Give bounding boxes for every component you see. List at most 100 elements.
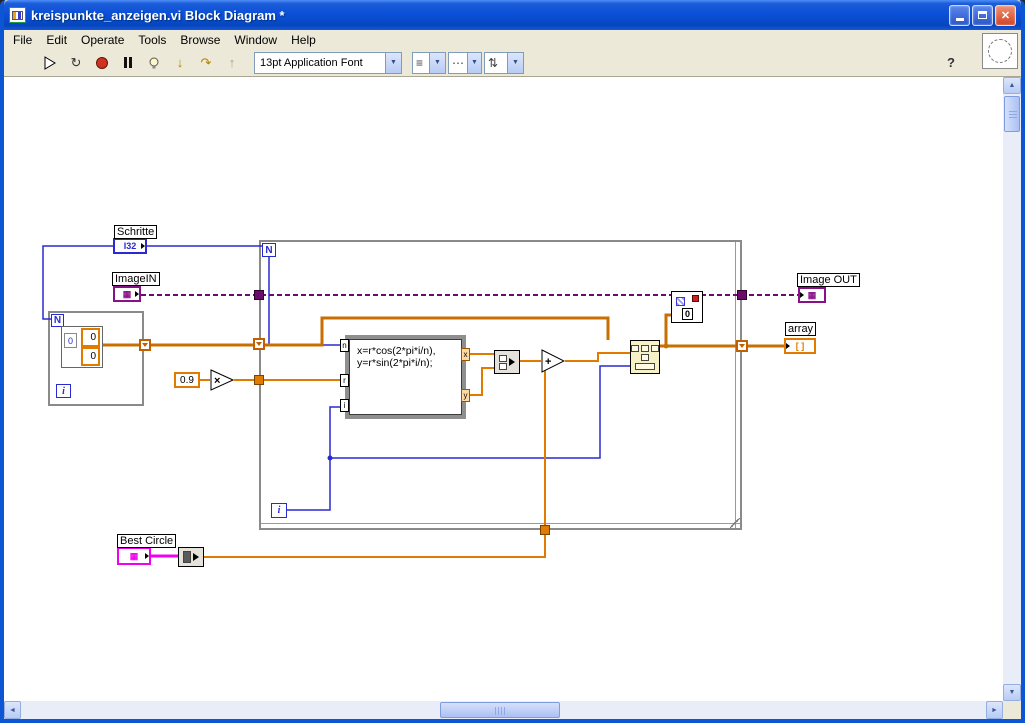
menu-file[interactable]: File (6, 31, 39, 49)
menu-bar: File Edit Operate Tools Browse Window He… (4, 30, 1021, 49)
distribute-objects-combo[interactable]: ⋯ ▼ (448, 51, 482, 74)
title-bar[interactable]: kreispunkte_anzeigen.vi Block Diagram * … (4, 0, 1021, 30)
bundle-node[interactable] (494, 350, 520, 374)
chevron-down-icon[interactable]: ▼ (385, 52, 401, 73)
grid-cell (499, 354, 507, 362)
bottom-in-tunnel[interactable] (540, 525, 550, 535)
chevron-down-icon[interactable]: ▼ (429, 52, 445, 73)
scroll-left-button[interactable]: ◄ (4, 701, 21, 719)
run-button[interactable] (38, 51, 62, 74)
close-button[interactable]: ✕ (995, 4, 1016, 26)
array-constant[interactable]: 0 0 0 (61, 326, 103, 368)
imaq-overlay-node[interactable]: 0 (671, 291, 703, 323)
index-tunnel-icon (739, 344, 745, 348)
block-diagram-canvas[interactable]: N i N i Schritte ImageIN Image OUT array… (4, 77, 1003, 701)
constant-0-9[interactable]: 0.9 (174, 372, 200, 388)
bestcircle-terminal[interactable]: ▦ (117, 547, 151, 565)
wire-n-to-formula[interactable] (268, 257, 340, 346)
array-index-box[interactable]: 0 (64, 333, 77, 348)
horizontal-scrollbar[interactable]: ◄ ► (4, 701, 1003, 719)
grid-cell (635, 362, 655, 370)
vertical-scrollbar[interactable]: ▲ ▼ (1003, 77, 1021, 701)
labview-window: kreispunkte_anzeigen.vi Block Diagram * … (0, 0, 1025, 723)
main-loop-iterator[interactable]: i (271, 503, 287, 518)
pause-button[interactable] (116, 51, 140, 74)
inner-loop-iterator[interactable]: i (56, 384, 71, 398)
menu-help[interactable]: Help (284, 31, 323, 49)
imagein-label[interactable]: ImageIN (112, 272, 160, 286)
menu-tools[interactable]: Tools (131, 31, 173, 49)
formula-input-r[interactable]: r (340, 374, 349, 387)
schritte-label[interactable]: Schritte (114, 225, 158, 239)
array-label[interactable]: array (785, 322, 817, 336)
multiply-node[interactable]: × (210, 369, 235, 396)
loop-resize-handle[interactable] (730, 518, 740, 528)
chevron-down-icon[interactable]: ▼ (507, 52, 523, 73)
horizontal-scroll-thumb[interactable] (440, 702, 560, 718)
unbundle-node[interactable] (178, 547, 204, 567)
array-element[interactable]: 0 (81, 328, 100, 347)
step-over-button[interactable]: ↷ (194, 51, 218, 74)
maximize-button[interactable] (972, 4, 993, 26)
bestcircle-label[interactable]: Best Circle (117, 534, 177, 548)
output-arrow-icon (135, 291, 139, 297)
inner-loop-output-tunnel[interactable] (139, 339, 151, 351)
context-help-button[interactable]: ? (939, 51, 963, 74)
schritte-terminal[interactable]: I32 (113, 238, 147, 254)
font-selector-value: 13pt Application Font (260, 56, 363, 69)
formula-output-y[interactable]: y (461, 389, 470, 402)
pause-icon (124, 57, 132, 68)
help-icon: ? (947, 55, 955, 70)
imagein-terminal[interactable]: ▦ (113, 286, 141, 302)
minimize-icon (955, 17, 964, 21)
main-loop-count[interactable]: N (262, 243, 276, 257)
step-into-button[interactable]: ↓ (168, 51, 192, 74)
vertical-scroll-thumb[interactable] (1004, 96, 1020, 132)
run-continuous-button[interactable]: ↻ (64, 51, 88, 74)
image-icon: ▦ (122, 288, 132, 299)
wire-schritte-to-inner-n[interactable] (42, 245, 113, 320)
image-out-tunnel[interactable] (737, 290, 747, 300)
output-arrow-icon (141, 243, 145, 249)
align-objects-combo[interactable]: ≡ ▼ (412, 51, 446, 74)
formula-input-n[interactable]: n (340, 339, 349, 352)
menu-window[interactable]: Window (227, 31, 284, 49)
array-out-tunnel[interactable] (736, 340, 748, 352)
thumb-grip-icon (495, 707, 505, 715)
chevron-down-icon[interactable]: ▼ (467, 52, 481, 73)
abort-button[interactable] (90, 51, 114, 74)
formula-input-i[interactable]: i (340, 399, 349, 412)
imageout-terminal[interactable]: ▦ (798, 287, 826, 303)
step-out-button[interactable]: ↑ (220, 51, 244, 74)
font-selector[interactable]: 13pt Application Font ▼ (254, 51, 402, 74)
array-element[interactable]: 0 (81, 347, 100, 366)
scroll-up-button[interactable]: ▲ (1003, 77, 1021, 94)
radius-in-tunnel[interactable] (254, 375, 264, 385)
menu-edit[interactable]: Edit (39, 31, 74, 49)
lightbulb-icon (149, 57, 159, 68)
grid-cell (499, 362, 507, 370)
wire-junction-dot (327, 455, 333, 461)
scroll-right-button[interactable]: ► (986, 701, 1003, 719)
highlight-execution-button[interactable] (142, 51, 166, 74)
menu-browse[interactable]: Browse (173, 31, 227, 49)
add-node[interactable]: + (541, 349, 566, 378)
array-in-tunnel[interactable] (253, 338, 265, 350)
minimize-button[interactable] (949, 4, 970, 26)
wire-add-to-insert[interactable] (565, 352, 630, 362)
scroll-down-button[interactable]: ▼ (1003, 684, 1021, 701)
abort-icon (96, 56, 108, 69)
image-in-tunnel[interactable] (254, 290, 264, 300)
vi-icon-panel[interactable] (982, 33, 1018, 69)
cluster-icon: ▦ (129, 550, 139, 561)
reorder-combo[interactable]: ⇅ ▼ (484, 51, 524, 74)
overlay-index-value[interactable]: 0 (682, 308, 693, 320)
wire-formula-y-to-bundle[interactable] (469, 367, 494, 396)
step-out-icon: ↑ (228, 55, 236, 70)
imageout-label[interactable]: Image OUT (797, 273, 860, 287)
formula-output-x[interactable]: x (461, 348, 470, 361)
menu-operate[interactable]: Operate (74, 31, 131, 49)
formula-node[interactable]: x=r*cos(2*pi*i/n), y=r*sin(2*pi*i/n); (345, 335, 466, 419)
insert-array-node[interactable] (630, 340, 660, 374)
array-out-terminal[interactable]: [ ] (784, 338, 816, 354)
